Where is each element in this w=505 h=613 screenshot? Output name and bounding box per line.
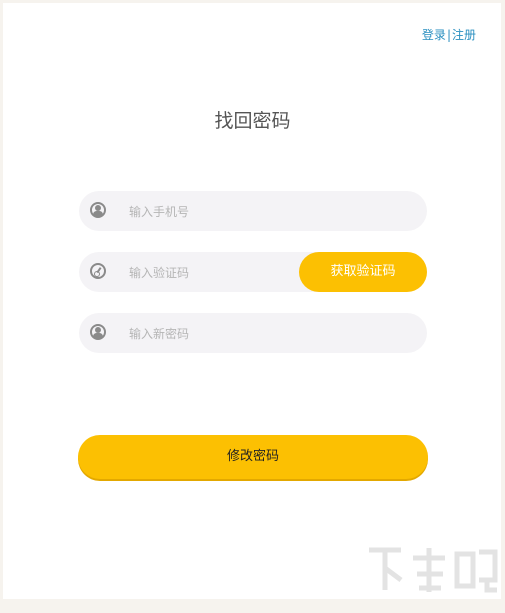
key-icon <box>90 263 106 279</box>
link-separator: | <box>446 28 451 42</box>
user-icon <box>90 324 106 340</box>
phone-field[interactable]: 输入手机号 <box>79 191 427 231</box>
page-panel <box>3 3 501 599</box>
watermark-icon <box>369 547 498 593</box>
login-link[interactable]: 登录 <box>422 28 446 42</box>
auth-links: 登录|注册 <box>422 26 476 43</box>
new-password-field[interactable]: 输入新密码 <box>79 313 427 353</box>
user-icon <box>90 202 106 218</box>
code-placeholder: 输入验证码 <box>129 266 190 280</box>
phone-placeholder: 输入手机号 <box>129 205 190 219</box>
change-password-button[interactable]: 修改密码 <box>78 435 428 479</box>
register-link[interactable]: 注册 <box>452 28 476 42</box>
new-password-placeholder: 输入新密码 <box>129 327 190 341</box>
watermark-logo <box>361 540 501 600</box>
verification-code-field[interactable]: 输入验证码 获取验证码 <box>79 252 427 292</box>
get-code-button[interactable]: 获取验证码 <box>299 252 427 292</box>
page-title: 找回密码 <box>214 110 291 132</box>
